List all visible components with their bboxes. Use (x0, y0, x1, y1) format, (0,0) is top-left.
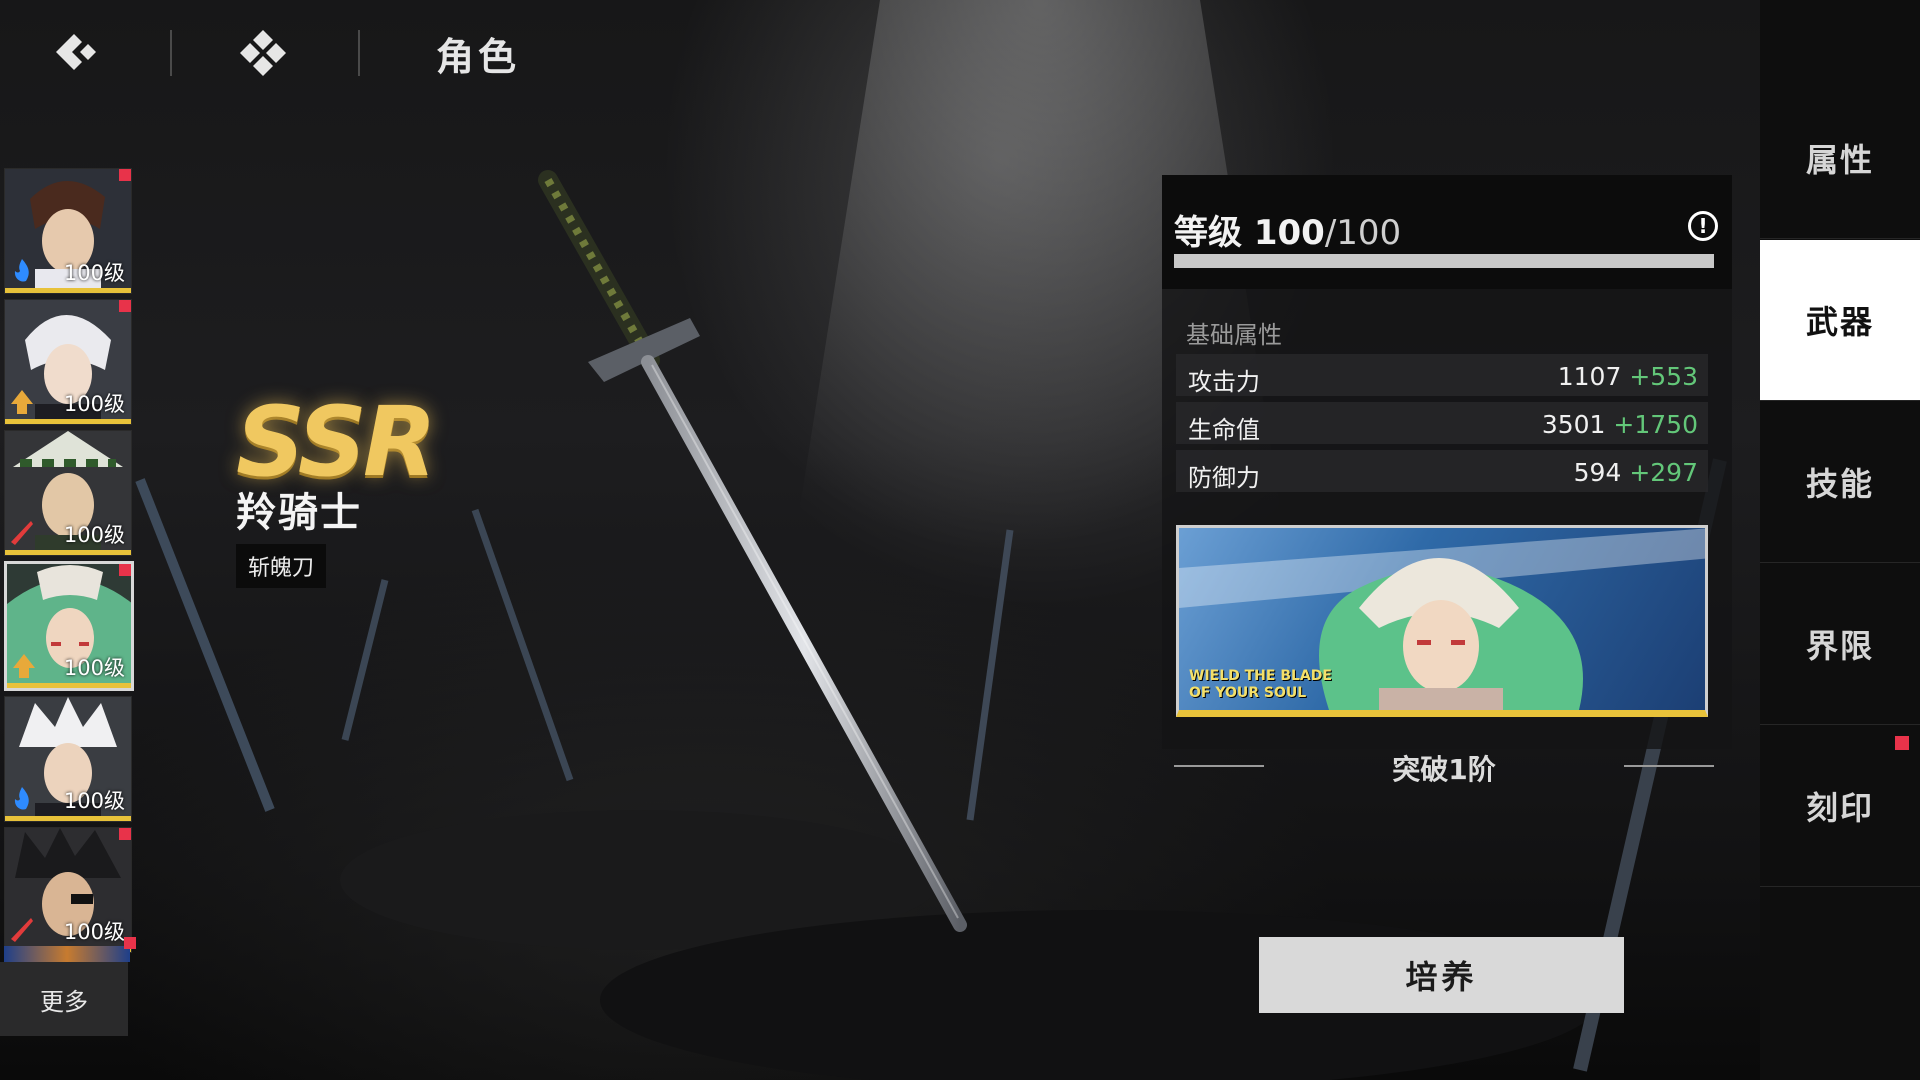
stat-row-hp: 生命值 3501 +1750 (1176, 402, 1708, 444)
bg-sword (471, 508, 574, 782)
tab-attributes[interactable]: 属性 (1760, 78, 1920, 239)
info-icon[interactable]: ! (1688, 211, 1718, 241)
level-label: 等级 (1174, 213, 1242, 253)
stat-bonus: +297 (1629, 458, 1698, 487)
stat-name: 防御力 (1188, 464, 1260, 492)
tagline-line-2: OF YOUR SOUL (1189, 685, 1307, 701)
breakthrough-label: 突破1阶 (1174, 748, 1714, 788)
tab-weapon[interactable]: 武器 (1760, 240, 1920, 401)
character-card[interactable]: 100级 (4, 430, 132, 556)
red-slash-icon (11, 521, 33, 545)
level-label: 100级 (63, 523, 125, 547)
bg-sword (341, 579, 389, 741)
divider (1624, 765, 1714, 767)
level-label: 100级 (63, 656, 125, 680)
level-progress-bar (1174, 254, 1714, 268)
breakthrough-text: 突破1阶 (1392, 753, 1496, 786)
diamond-menu-icon[interactable] (238, 28, 288, 78)
page-title: 角色 (436, 35, 521, 79)
stat-bonus: +1750 (1613, 410, 1698, 439)
notification-dot (124, 937, 136, 949)
notification-dot (119, 828, 131, 840)
tab-limit[interactable]: 界限 (1760, 564, 1920, 725)
breakthrough-banner[interactable]: WIELD THE BLADE OF YOUR SOUL (1176, 525, 1708, 717)
character-card[interactable]: 100级 (4, 696, 132, 822)
level-panel: 等级 100/100 ! (1162, 175, 1732, 289)
level-max: /100 (1324, 213, 1402, 253)
gold-arrow-icon (11, 390, 33, 414)
character-card-partial[interactable] (4, 946, 130, 962)
notification-dot (119, 169, 131, 181)
tagline-line-1: WIELD THE BLADE (1189, 668, 1332, 684)
back-chevron-icon[interactable] (52, 28, 102, 78)
weapon-name: 羚骑士 (236, 490, 362, 536)
character-card[interactable]: 100级 (4, 168, 132, 294)
level-bar (5, 288, 131, 293)
level-bar (5, 816, 131, 821)
notification-dot (119, 564, 131, 576)
stat-base: 3501 (1541, 410, 1606, 439)
stat-values: 1107 +553 (1558, 362, 1698, 391)
level-label: 100级 (63, 392, 125, 416)
banner-tagline: WIELD THE BLADE OF YOUR SOUL (1189, 668, 1332, 702)
stat-values: 594 +297 (1574, 458, 1698, 487)
level-label: 100级 (63, 261, 125, 285)
level-text: 等级 100/100 (1174, 205, 1401, 254)
stat-bonus: +553 (1629, 362, 1698, 391)
character-card-selected[interactable]: 100级 (4, 561, 134, 691)
stat-name: 生命值 (1188, 416, 1260, 444)
red-slash-icon (11, 918, 33, 942)
character-roster[interactable]: 100级 100级 100级 100级 100级 100级 (4, 168, 138, 958)
blue-flame-icon (11, 787, 33, 811)
tab-skills[interactable]: 技能 (1760, 402, 1920, 563)
stat-values: 3501 +1750 (1542, 410, 1698, 439)
level-label: 100级 (63, 789, 125, 813)
top-bar: 角色 (0, 0, 700, 104)
weapon-type-tag: 斩魄刀 (236, 544, 327, 588)
divider (170, 30, 172, 76)
character-card[interactable]: 100级 (4, 827, 132, 953)
divider (358, 30, 360, 76)
notification-dot (119, 300, 131, 312)
train-button[interactable]: 培养 (1259, 937, 1624, 1013)
stat-row-defense: 防御力 594 +297 (1176, 450, 1708, 492)
tab-imprint[interactable]: 刻印 (1760, 726, 1920, 887)
gold-arrow-icon (13, 654, 35, 678)
level-bar (7, 683, 131, 688)
level-label: 100级 (63, 920, 125, 944)
stat-base: 594 (1573, 458, 1622, 487)
side-tab-bar: 属性 武器 技能 界限 刻印 (1760, 0, 1920, 1080)
attribute-panel: 基础属性 攻击力 1107 +553 生命值 3501 +1750 防御力 59… (1162, 289, 1732, 749)
section-title: 基础属性 (1186, 321, 1282, 349)
character-card[interactable]: 100级 (4, 299, 132, 425)
more-button[interactable]: 更多 (0, 962, 128, 1036)
stat-name: 攻击力 (1188, 368, 1260, 396)
level-bar (5, 419, 131, 424)
stat-base: 1107 (1557, 362, 1622, 391)
blue-flame-icon (11, 259, 33, 283)
stat-row-attack: 攻击力 1107 +553 (1176, 354, 1708, 396)
level-current: 100 (1253, 213, 1325, 253)
notification-dot (1895, 736, 1909, 750)
level-bar (5, 550, 131, 555)
